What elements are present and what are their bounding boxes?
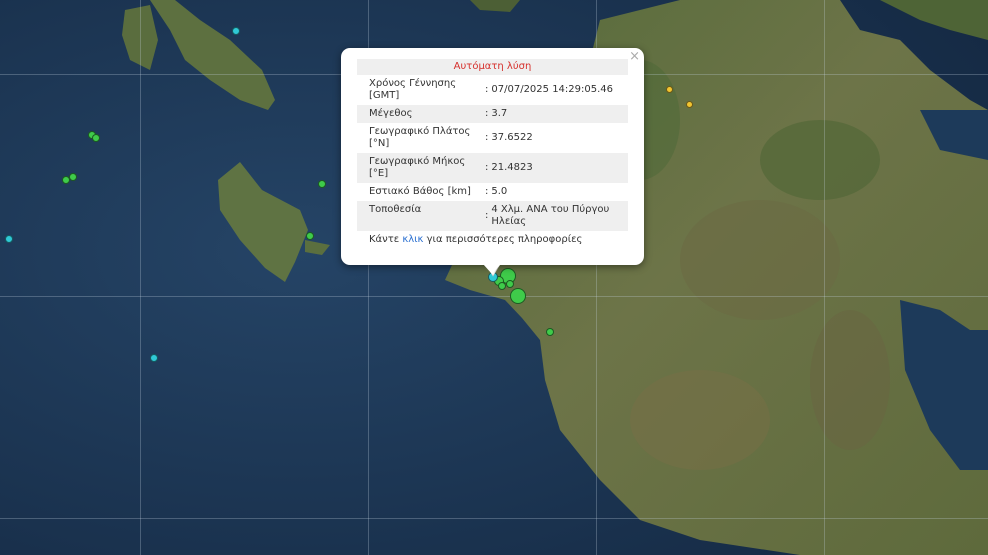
earthquake-marker-icon[interactable] — [318, 180, 326, 188]
earthquake-marker-icon[interactable] — [5, 235, 13, 243]
earthquake-marker-icon[interactable] — [666, 86, 673, 93]
row-value: :3.7 — [485, 108, 508, 119]
popup-row-latitude: Γεωγραφικό Πλάτος [°N] :37.6522 — [357, 123, 628, 153]
earthquake-marker-icon[interactable] — [546, 328, 554, 336]
more-info-suffix: για περισσότερες πληροφορίες — [426, 234, 583, 245]
row-value-text: 21.4823 — [491, 162, 533, 173]
close-icon[interactable]: × — [629, 50, 640, 64]
popup-row-location: Τοποθεσία :4 Χλμ. ΑΝΑ του Πύργου Ηλείας — [357, 201, 628, 231]
popup-details-table: Χρόνος Γέννησης [GMT] :07/07/2025 14:29:… — [357, 75, 628, 231]
row-value: :4 Χλμ. ΑΝΑ του Πύργου Ηλείας — [485, 201, 628, 231]
earthquake-marker-icon[interactable] — [510, 288, 526, 304]
graticule-line — [140, 0, 141, 555]
graticule-line — [0, 296, 988, 297]
row-label: Τοποθεσία — [369, 204, 422, 215]
row-label: Γεωγραφικό Πλάτος [°N] — [369, 126, 471, 149]
earthquake-info-popup: × Αυτόματη λύση Χρόνος Γέννησης [GMT] :0… — [341, 48, 644, 274]
row-value-text: 37.6522 — [491, 132, 533, 143]
earthquake-marker-icon[interactable] — [498, 282, 506, 290]
earthquake-marker-icon[interactable] — [306, 232, 314, 240]
row-value: :37.6522 — [485, 132, 533, 143]
more-info-link[interactable]: κλικ — [402, 234, 423, 245]
popup-row-longitude: Γεωγραφικό Μήκος [°E] :21.4823 — [357, 153, 628, 183]
earthquake-marker-icon[interactable] — [69, 173, 77, 181]
row-value: :07/07/2025 14:29:05.46 — [485, 84, 614, 95]
row-label: Γεωγραφικό Μήκος [°E] — [369, 156, 466, 179]
row-value-text: 07/07/2025 14:29:05.46 — [491, 84, 614, 95]
row-value: :5.0 — [485, 186, 508, 197]
earthquake-marker-icon[interactable] — [92, 134, 100, 142]
popup-tip — [483, 264, 501, 274]
more-info-prefix: Κάντε — [369, 234, 400, 245]
earthquake-marker-icon[interactable] — [686, 101, 693, 108]
earthquake-marker-icon[interactable] — [232, 27, 240, 35]
graticule-line — [824, 0, 825, 555]
more-info-text: Κάντε κλικ για περισσότερες πληροφορίες — [357, 231, 628, 245]
row-label: Μέγεθος — [369, 108, 413, 119]
map-canvas[interactable]: × Αυτόματη λύση Χρόνος Γέννησης [GMT] :0… — [0, 0, 988, 555]
row-label: Εστιακό Βάθος [km] — [369, 186, 471, 197]
popup-title: Αυτόματη λύση — [357, 59, 628, 75]
graticule-line — [0, 518, 988, 519]
row-value-text: 3.7 — [491, 108, 508, 119]
earthquake-marker-icon[interactable] — [150, 354, 158, 362]
popup-row-depth: Εστιακό Βάθος [km] :5.0 — [357, 183, 628, 201]
popup-row-origin-time: Χρόνος Γέννησης [GMT] :07/07/2025 14:29:… — [357, 75, 628, 105]
row-value: :21.4823 — [485, 162, 533, 173]
earthquake-marker-icon[interactable] — [506, 280, 514, 288]
row-value-text: 5.0 — [491, 186, 508, 197]
row-value-text: 4 Χλμ. ΑΝΑ του Πύργου Ηλείας — [491, 204, 610, 227]
row-label: Χρόνος Γέννησης [GMT] — [369, 78, 457, 101]
popup-row-magnitude: Μέγεθος :3.7 — [357, 105, 628, 123]
